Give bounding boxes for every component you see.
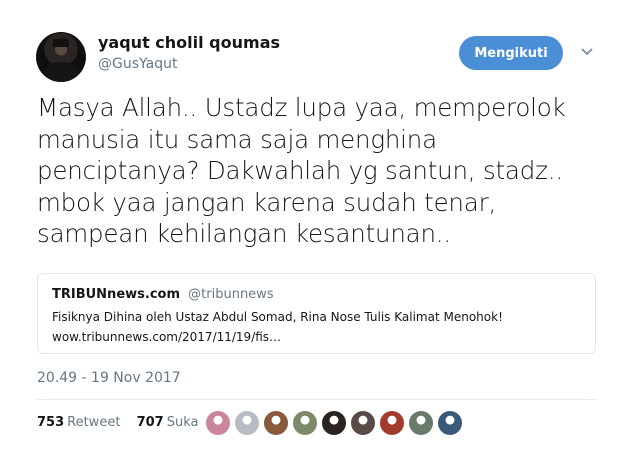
tweet-line: mbok yaa jangan karena sudah tenar, bbox=[37, 187, 497, 217]
tweet-text: Masya Allah.. Ustadz lupa yaa, memperolo… bbox=[37, 92, 607, 250]
divider bbox=[37, 399, 597, 400]
liker-avatar[interactable] bbox=[234, 410, 260, 436]
quoted-text: Fisiknya Dihina oleh Ustaz Abdul Somad, … bbox=[52, 310, 503, 324]
tweet-timestamp[interactable]: 20.49 - 19 Nov 2017 bbox=[37, 370, 181, 386]
liker-avatar[interactable] bbox=[408, 410, 434, 436]
quoted-name: TRIBUNnews.com bbox=[52, 287, 181, 302]
quoted-handle: @tribunnews bbox=[188, 287, 274, 302]
tweet-stats: 753 Retweet 707 Suka bbox=[37, 415, 210, 430]
user-name[interactable]: yaqut cholil qoumas bbox=[98, 33, 280, 52]
retweet-count[interactable]: 753 bbox=[37, 415, 64, 430]
chevron-down-icon[interactable] bbox=[580, 47, 594, 57]
tweet-line: Masya Allah.. Ustadz lupa yaa, memperolo… bbox=[37, 93, 566, 122]
liker-avatar[interactable] bbox=[437, 410, 463, 436]
tweet-line: manusia itu sama saja menghina bbox=[37, 124, 437, 154]
tweet-line: sampean kehilangan kesantunan.. bbox=[37, 219, 451, 248]
avatar-body-shape bbox=[44, 62, 78, 82]
liker-avatar[interactable] bbox=[321, 410, 347, 436]
liker-avatar[interactable] bbox=[379, 410, 405, 436]
liker-avatar[interactable] bbox=[205, 410, 231, 436]
following-button[interactable]: Mengikuti bbox=[459, 36, 563, 70]
like-count[interactable]: 707 bbox=[137, 415, 164, 430]
tweet-line: penciptanya? Dakwahlah yg santun, stadz.… bbox=[37, 156, 563, 185]
like-label[interactable]: Suka bbox=[167, 415, 199, 430]
quoted-link[interactable]: wow.tribunnews.com/2017/11/19/fis… bbox=[52, 330, 281, 344]
avatar-cap-shape bbox=[53, 39, 69, 47]
quoted-header: TRIBUNnews.com @tribunnews bbox=[52, 287, 274, 302]
user-avatar[interactable] bbox=[36, 32, 86, 82]
quoted-tweet-card[interactable]: TRIBUNnews.com @tribunnews Fisiknya Dihi… bbox=[37, 273, 596, 354]
liker-avatar[interactable] bbox=[350, 410, 376, 436]
liker-avatar[interactable] bbox=[292, 410, 318, 436]
liker-avatar[interactable] bbox=[263, 410, 289, 436]
user-handle[interactable]: @GusYaqut bbox=[98, 56, 177, 72]
retweet-label[interactable]: Retweet bbox=[67, 415, 120, 430]
